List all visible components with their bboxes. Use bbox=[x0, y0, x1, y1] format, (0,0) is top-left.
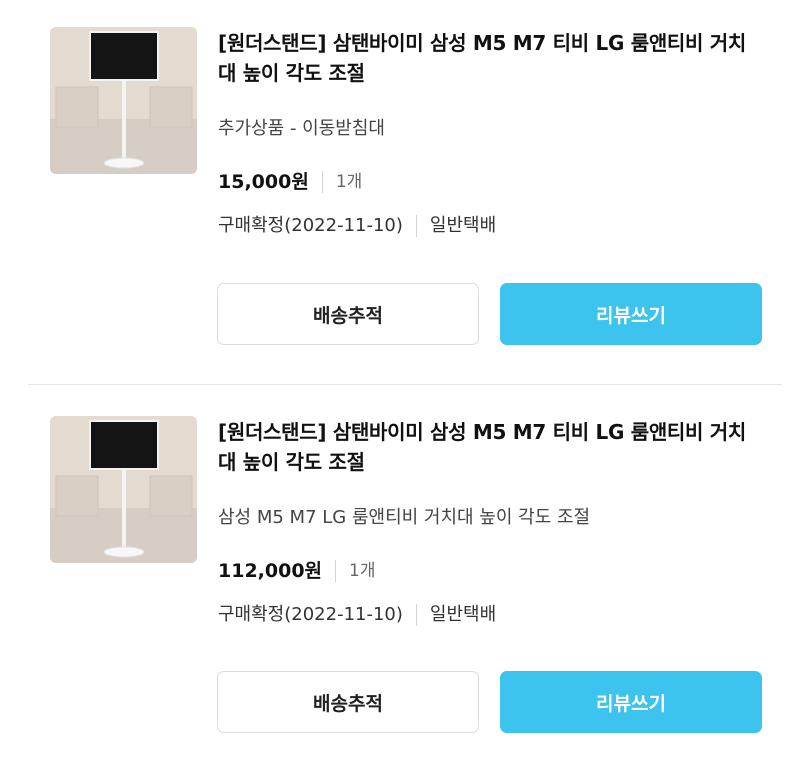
delivery-method: 일반택배 bbox=[429, 604, 497, 625]
status-row: 구매확정(2022-11-10) 일반택배 bbox=[218, 603, 496, 627]
product-option: 삼성 M5 M7 LG 룸앤티비 거치대 높이 각도 조절 bbox=[218, 507, 591, 528]
product-quantity: 1개 bbox=[335, 172, 363, 192]
tv-stand-image bbox=[50, 416, 197, 563]
order-status: 구매확정(2022-11-10) bbox=[218, 215, 403, 236]
track-delivery-button[interactable]: 배송추적 bbox=[217, 671, 479, 733]
product-thumbnail[interactable] bbox=[50, 27, 197, 174]
product-option: 추가상품 - 이동받침대 bbox=[218, 118, 385, 139]
tv-stand-image bbox=[50, 27, 197, 174]
price-row: 15,000원 1개 bbox=[218, 170, 362, 194]
separator bbox=[415, 215, 417, 237]
delivery-method: 일반택배 bbox=[429, 215, 497, 236]
write-review-button[interactable]: 리뷰쓰기 bbox=[500, 671, 762, 733]
product-title[interactable]: [원더스탠드] 삼탠바이미 삼성 M5 M7 티비 LG 룸앤티비 거치대 높이… bbox=[218, 417, 758, 477]
product-title[interactable]: [원더스탠드] 삼탠바이미 삼성 M5 M7 티비 LG 룸앤티비 거치대 높이… bbox=[218, 28, 758, 88]
separator bbox=[415, 604, 417, 626]
product-price: 15,000원 bbox=[218, 171, 309, 193]
track-delivery-button[interactable]: 배송추적 bbox=[217, 283, 479, 345]
price-row: 112,000원 1개 bbox=[218, 559, 376, 583]
product-price: 112,000원 bbox=[218, 560, 323, 582]
separator bbox=[321, 171, 323, 193]
separator bbox=[335, 560, 337, 582]
order-item: [원더스탠드] 삼탠바이미 삼성 M5 M7 티비 LG 룸앤티비 거치대 높이… bbox=[0, 385, 798, 758]
order-item: [원더스탠드] 삼탠바이미 삼성 M5 M7 티비 LG 룸앤티비 거치대 높이… bbox=[0, 0, 798, 384]
status-row: 구매확정(2022-11-10) 일반택배 bbox=[218, 214, 496, 238]
product-quantity: 1개 bbox=[349, 561, 376, 581]
write-review-button[interactable]: 리뷰쓰기 bbox=[500, 283, 762, 345]
product-thumbnail[interactable] bbox=[50, 416, 197, 563]
order-status: 구매확정(2022-11-10) bbox=[218, 604, 403, 625]
